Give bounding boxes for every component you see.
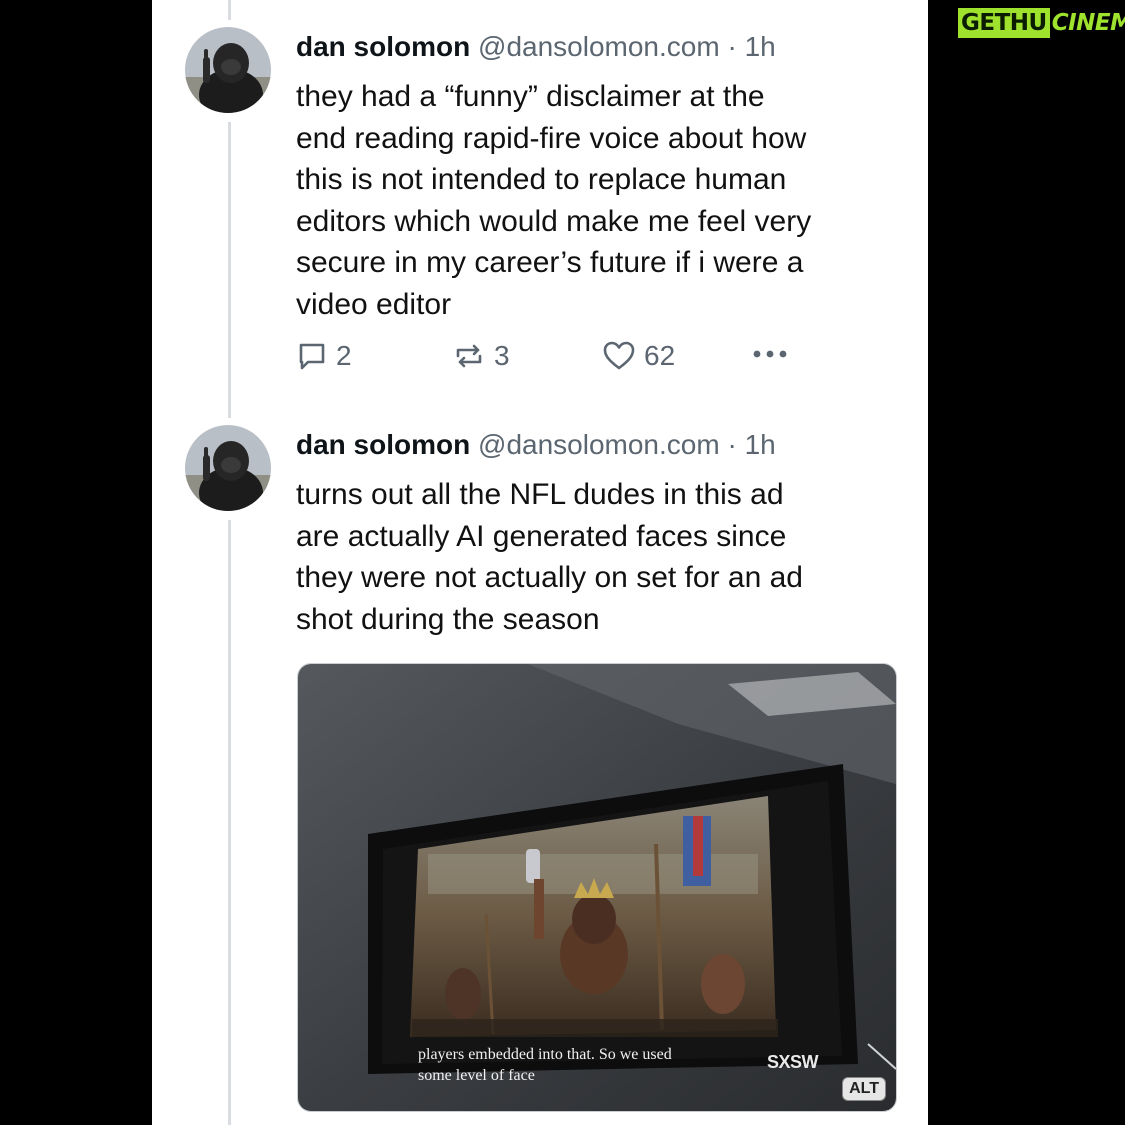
post-text-line: this is not intended to replace human — [296, 163, 787, 196]
post-text-line: video editor — [296, 287, 452, 321]
author-name[interactable]: dan solomon — [296, 31, 470, 62]
post-time[interactable]: 1h — [745, 429, 776, 460]
watermark-logo: GETHU CINEMA — [958, 8, 1125, 38]
post-actions: 2 3 62 — [296, 340, 816, 380]
watermark-part-2: CINEMA — [1051, 10, 1125, 36]
like-count: 62 — [644, 340, 676, 371]
sxsw-logo: SXSW — [767, 1052, 819, 1072]
post-text-line: shot during the season — [296, 602, 600, 636]
slide-caption: players embedded into that. So we used s… — [418, 1046, 672, 1084]
thread-line-top — [228, 0, 231, 20]
alt-text-button[interactable]: ALT — [842, 1077, 886, 1101]
post-header: dan solomon @dansolomon.com · 1h — [296, 29, 776, 65]
repost-icon — [456, 344, 482, 368]
separator-dot: · — [727, 31, 737, 62]
heart-icon — [603, 341, 635, 370]
avatar[interactable] — [185, 27, 271, 113]
post-text: turns out all the NFL dudes in this ad a… — [296, 474, 896, 640]
post-time[interactable]: 1h — [745, 31, 776, 62]
post-text-line: they had a “funny” disclaimer at the — [296, 80, 765, 113]
post-text: they had a “funny” disclaimer at the end… — [296, 76, 896, 325]
more-options-button[interactable] — [751, 348, 799, 360]
avatar[interactable] — [185, 425, 271, 511]
author-name[interactable]: dan solomon — [296, 429, 470, 460]
post-text-line: editors which would make me feel very — [296, 204, 812, 238]
thread-line-middle — [228, 122, 231, 418]
repost-button[interactable]: 3 — [452, 340, 510, 372]
post-text-line: secure in my career’s future if i were a — [296, 246, 804, 279]
post-card: dan solomon @dansolomon.com · 1h they ha… — [152, 0, 928, 1125]
post-text-line: are actually AI generated faces since — [296, 519, 787, 553]
reply-count: 2 — [336, 340, 352, 371]
post-text-line: turns out all the NFL dudes in this ad — [296, 478, 784, 511]
repost-count: 3 — [494, 340, 510, 371]
post-header: dan solomon @dansolomon.com · 1h — [296, 427, 776, 463]
like-button[interactable]: 62 — [602, 340, 675, 372]
author-handle[interactable]: @dansolomon.com — [478, 31, 720, 62]
separator-dot: · — [727, 429, 737, 460]
more-options-icon — [753, 350, 787, 358]
post-text-line: end reading rapid-fire voice about how — [296, 121, 807, 155]
author-handle[interactable]: @dansolomon.com — [478, 429, 720, 460]
post-image[interactable]: players embedded into that. So we used s… — [297, 663, 897, 1112]
reply-button[interactable]: 2 — [296, 340, 352, 372]
thread-line-bottom — [228, 520, 231, 1125]
post-text-line: they were not actually on set for an ad — [296, 561, 803, 594]
reply-icon — [299, 343, 325, 370]
watermark-part-1: GETHU — [958, 8, 1050, 38]
